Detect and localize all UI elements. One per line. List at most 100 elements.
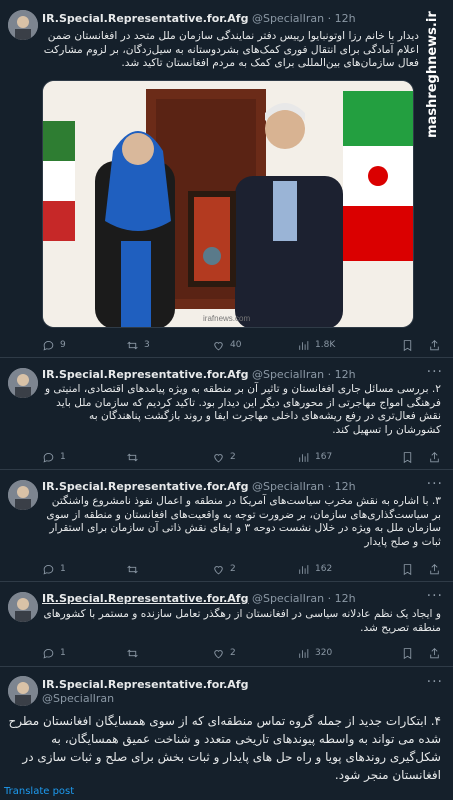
bookmark-icon[interactable] — [401, 563, 414, 576]
like-button[interactable]: 40 — [212, 339, 297, 352]
reply-count: 9 — [60, 340, 66, 350]
tweet-header: IR.Special.Representative.for.Afg @Speci… — [42, 678, 248, 706]
tweet-text: ۴. ابتکارات جدید از جمله گروه تماس منطقه… — [8, 714, 442, 782]
photo-caption: irafnews.com — [203, 314, 250, 323]
like-button[interactable]: 2 — [212, 563, 297, 576]
tweet-actions: 1 2 320 — [42, 646, 441, 660]
handle[interactable]: @SpecialIran — [252, 368, 324, 381]
avatar[interactable] — [8, 480, 38, 510]
retweet-icon — [127, 341, 138, 349]
more-options-icon[interactable]: ··· — [427, 588, 443, 604]
retweet-icon — [127, 453, 138, 461]
avatar[interactable] — [8, 592, 38, 622]
views-count: 162 — [315, 564, 333, 574]
tweet-text: دیدار با خانم رزا اوتونبایوا رییس دفتر ن… — [43, 30, 419, 70]
tweet[interactable]: IR.Special.Representative.for.Afg @Speci… — [0, 358, 453, 470]
heart-icon — [214, 453, 223, 462]
like-count: 2 — [230, 452, 236, 462]
username[interactable]: IR.Special.Representative.for.Afg — [42, 368, 248, 381]
retweet-button[interactable] — [126, 563, 212, 576]
chart-icon — [299, 648, 309, 658]
more-options-icon[interactable]: ··· — [427, 476, 443, 492]
extra-actions — [401, 563, 441, 576]
chart-icon — [299, 564, 309, 574]
timestamp[interactable]: · 12h — [328, 368, 356, 381]
retweet-icon — [127, 649, 138, 657]
handle[interactable]: @SpecialIran — [252, 592, 324, 605]
handle[interactable]: @SpecialIran — [42, 692, 248, 706]
heart-icon — [214, 649, 223, 658]
tweet-actions: 9 3 40 1.8K — [42, 338, 441, 352]
like-count: 2 — [230, 564, 236, 574]
username[interactable]: IR.Special.Representative.for.Afg — [42, 592, 248, 605]
handle[interactable]: @SpecialIran — [252, 480, 324, 493]
views-count: 167 — [315, 452, 333, 462]
share-icon[interactable] — [428, 647, 441, 660]
views-button[interactable]: 320 — [297, 647, 383, 660]
avatar[interactable] — [8, 10, 38, 40]
views-button[interactable]: 162 — [297, 563, 383, 576]
chart-icon — [299, 452, 309, 462]
username[interactable]: IR.Special.Representative.for.Afg — [42, 12, 248, 25]
views-count: 1.8K — [315, 340, 336, 350]
avatar[interactable] — [8, 368, 38, 398]
handle[interactable]: @SpecialIran — [252, 12, 324, 25]
bookmark-icon[interactable] — [401, 647, 414, 660]
views-count: 320 — [315, 648, 333, 658]
like-button[interactable]: 2 — [212, 647, 297, 660]
translate-post-link[interactable]: Translate post — [4, 786, 74, 797]
extra-actions — [401, 339, 441, 352]
retweet-button[interactable] — [126, 647, 212, 660]
bookmark-icon[interactable] — [401, 451, 414, 464]
tweet-header: IR.Special.Representative.for.Afg @Speci… — [42, 368, 356, 382]
like-button[interactable]: 2 — [212, 451, 297, 464]
more-options-icon[interactable]: ··· — [427, 674, 443, 690]
tweet[interactable]: IR.Special.Representative.for.Afg @Speci… — [0, 0, 453, 358]
retweet-button[interactable] — [126, 451, 212, 464]
bookmark-icon[interactable] — [401, 339, 414, 352]
share-icon[interactable] — [428, 339, 441, 352]
extra-actions — [401, 647, 441, 660]
like-count: 2 — [230, 648, 236, 658]
tweet-header: IR.Special.Representative.for.Afg @Speci… — [42, 592, 356, 606]
tweet-photo[interactable]: irafnews.com — [42, 80, 414, 328]
username[interactable]: IR.Special.Representative.for.Afg — [42, 480, 248, 493]
timestamp[interactable]: · 12h — [328, 480, 356, 493]
reply-icon — [43, 564, 54, 575]
share-icon[interactable] — [428, 563, 441, 576]
retweet-count: 3 — [144, 340, 150, 350]
timestamp[interactable]: · 12h — [328, 592, 356, 605]
views-button[interactable]: 167 — [297, 451, 383, 464]
reply-button[interactable]: 1 — [42, 451, 126, 464]
reply-count: 1 — [60, 452, 66, 462]
tweet-actions: 1 2 167 — [42, 450, 441, 464]
more-options-icon[interactable]: ··· — [427, 364, 443, 380]
retweet-button[interactable]: 3 — [126, 339, 212, 352]
reply-icon — [43, 340, 54, 351]
reply-button[interactable]: 1 — [42, 563, 126, 576]
extra-actions — [401, 451, 441, 464]
avatar[interactable] — [8, 676, 38, 706]
username[interactable]: IR.Special.Representative.for.Afg — [42, 678, 248, 692]
reply-icon — [43, 648, 54, 659]
tweet-header: IR.Special.Representative.for.Afg @Speci… — [42, 480, 356, 494]
heart-icon — [214, 565, 223, 574]
tweet-text: ۳. با اشاره به نقش مخرب سیاست‌های آمریکا… — [46, 495, 441, 548]
retweet-icon — [127, 565, 138, 573]
tweet-actions: 1 2 162 — [42, 562, 441, 576]
reply-button[interactable]: 1 — [42, 647, 126, 660]
reply-button[interactable]: 9 — [42, 339, 126, 352]
tweet-header: IR.Special.Representative.for.Afg @Speci… — [42, 12, 356, 26]
reply-count: 1 — [60, 648, 66, 658]
views-button[interactable]: 1.8K — [297, 339, 383, 352]
chart-icon — [299, 340, 309, 350]
share-icon[interactable] — [428, 451, 441, 464]
tweet-text: ۲. بررسی مسائل جاری افغانستان و تاثیر آن… — [44, 383, 441, 436]
timestamp[interactable]: · 12h — [328, 12, 356, 25]
heart-icon — [214, 341, 223, 350]
tweet[interactable]: IR.Special.Representative.for.Afg @Speci… — [0, 470, 453, 582]
reply-count: 1 — [60, 564, 66, 574]
like-count: 40 — [230, 340, 242, 350]
tweet[interactable]: IR.Special.Representative.for.Afg @Speci… — [0, 582, 453, 667]
tweet-text: و ایجاد یک نظم عادلانه سیاسی در افغانستا… — [43, 608, 441, 634]
